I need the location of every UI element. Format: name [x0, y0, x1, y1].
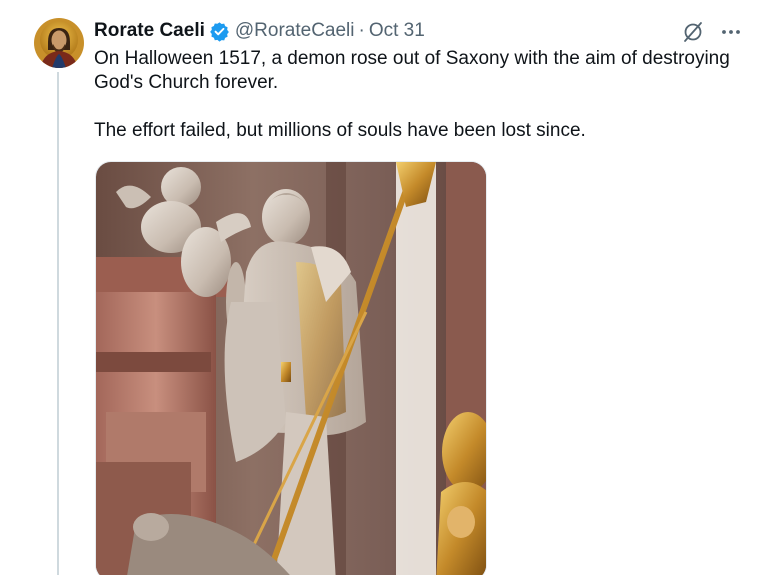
thread-line: [57, 72, 59, 575]
tweet-text: On Halloween 1517, a demon rose out of S…: [94, 47, 754, 143]
tweet[interactable]: Rorate Caeli @RorateCaeli · Oct 31 On Ha…: [0, 0, 771, 575]
grok-icon[interactable]: [681, 20, 705, 44]
tweet-actions: [681, 20, 743, 44]
tweet-paragraph: The effort failed, but millions of souls…: [94, 120, 586, 141]
tweet-header: Rorate Caeli @RorateCaeli · Oct 31: [94, 19, 425, 43]
author-name[interactable]: Rorate Caeli: [94, 20, 205, 42]
separator-dot: ·: [358, 20, 365, 41]
tweet-media-photo[interactable]: [95, 161, 487, 575]
author-handle[interactable]: @RorateCaeli: [235, 20, 355, 42]
more-icon[interactable]: [719, 20, 743, 44]
statue-image: [96, 162, 486, 575]
christ-avatar-icon: [34, 18, 84, 68]
tweet-date[interactable]: Oct 31: [369, 20, 425, 42]
tweet-paragraph: On Halloween 1517, a demon rose out of S…: [94, 48, 730, 93]
verified-badge-icon: [209, 21, 230, 42]
author-avatar[interactable]: [34, 18, 84, 68]
